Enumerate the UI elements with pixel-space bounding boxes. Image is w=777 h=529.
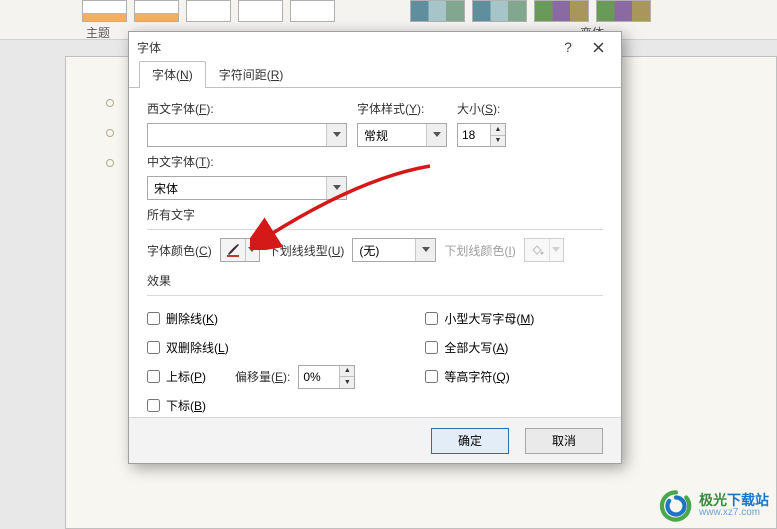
tab-font[interactable]: 字体(N) <box>139 61 206 87</box>
chevron-down-icon <box>549 239 563 261</box>
all-text-label: 所有文字 <box>147 206 195 223</box>
ok-button[interactable]: 确定 <box>431 428 509 454</box>
font-color-label: 字体颜色(C) <box>147 242 212 259</box>
check-smallcaps[interactable]: 小型大写字母(M) <box>425 310 534 327</box>
watermark-name: 极光下载站 <box>699 493 769 508</box>
font-dialog: 字体 ? 字体(N) 字符间距(R) 西文字体(F): 字体样式(Y): 大小(… <box>128 31 622 464</box>
watermark-logo: 极光下载站 www.xz7.com <box>659 489 769 523</box>
spin-up-icon[interactable]: ▲ <box>491 124 505 136</box>
asian-font-label: 中文字体(T): <box>147 153 214 170</box>
theme-thumb[interactable] <box>82 0 127 22</box>
checkbox[interactable] <box>147 399 160 412</box>
bullet-marker <box>106 99 114 107</box>
dialog-footer: 确定 取消 <box>129 417 621 463</box>
tabstrip: 字体(N) 字符间距(R) <box>129 62 621 88</box>
underline-style-combo[interactable]: (无) <box>352 238 436 262</box>
checkbox[interactable] <box>147 370 160 383</box>
size-label: 大小(S): <box>457 100 500 117</box>
check-subscript[interactable]: 下标(B) <box>147 397 355 414</box>
effects-label: 效果 <box>147 272 171 289</box>
chevron-down-icon <box>415 239 435 261</box>
underline-color-label: 下划线颜色(I) <box>444 242 515 259</box>
check-superscript[interactable]: 上标(P) <box>147 368 227 385</box>
offset-label: 偏移量(E): <box>235 368 290 385</box>
tab-spacing[interactable]: 字符间距(R) <box>206 61 297 87</box>
check-strike[interactable]: 删除线(K) <box>147 310 355 327</box>
watermark-url: www.xz7.com <box>699 508 769 519</box>
font-panel: 西文字体(F): 字体样式(Y): 大小(S): 常规 <box>129 88 621 428</box>
variant-thumb[interactable] <box>472 0 527 22</box>
checkbox[interactable] <box>425 341 438 354</box>
titlebar: 字体 ? <box>129 32 621 62</box>
check-dstrike[interactable]: 双删除线(L) <box>147 339 355 356</box>
latin-font-combo[interactable] <box>147 123 347 147</box>
spin-down-icon[interactable]: ▼ <box>491 136 505 147</box>
font-style-combo[interactable]: 常规 <box>357 123 447 147</box>
variant-thumb[interactable] <box>596 0 651 22</box>
variant-thumb[interactable] <box>534 0 589 22</box>
checkbox[interactable] <box>425 312 438 325</box>
underline-style-label: 下划线线型(U) <box>268 242 345 259</box>
checkbox[interactable] <box>147 341 160 354</box>
close-button[interactable] <box>583 35 613 59</box>
ribbon-group-theme-label: 主题 <box>86 24 110 41</box>
chevron-down-icon <box>245 239 259 261</box>
divider <box>147 295 603 296</box>
check-equalize[interactable]: 等高字符(Q) <box>425 368 534 385</box>
help-button[interactable]: ? <box>553 35 583 59</box>
size-input[interactable] <box>458 124 490 146</box>
font-style-label: 字体样式(Y): <box>357 100 447 117</box>
paint-bucket-icon <box>525 239 549 261</box>
theme-thumb[interactable] <box>186 0 231 22</box>
check-allcaps[interactable]: 全部大写(A) <box>425 339 534 356</box>
size-spinner[interactable]: ▲ ▼ <box>457 123 506 147</box>
spin-down-icon[interactable]: ▼ <box>340 377 354 388</box>
underline-color-button <box>524 238 564 262</box>
spin-up-icon[interactable]: ▲ <box>340 366 354 378</box>
theme-thumb[interactable] <box>238 0 283 22</box>
asian-font-combo[interactable]: 宋体 <box>147 176 347 200</box>
theme-thumb[interactable] <box>134 0 179 22</box>
bullet-marker <box>106 129 114 137</box>
chevron-down-icon <box>326 124 346 146</box>
checkbox[interactable] <box>425 370 438 383</box>
latin-font-label: 西文字体(F): <box>147 100 347 117</box>
offset-input[interactable] <box>299 366 339 388</box>
chevron-down-icon <box>426 124 446 146</box>
divider <box>147 229 603 230</box>
font-color-swatch-icon <box>221 239 245 261</box>
cancel-button[interactable]: 取消 <box>525 428 603 454</box>
bullet-marker <box>106 159 114 167</box>
dialog-title: 字体 <box>137 39 161 56</box>
theme-thumb[interactable] <box>290 0 335 22</box>
offset-spinner[interactable]: ▲ ▼ <box>298 365 355 389</box>
chevron-down-icon <box>326 177 346 199</box>
checkbox[interactable] <box>147 312 160 325</box>
variant-thumb[interactable] <box>410 0 465 22</box>
font-color-button[interactable] <box>220 238 260 262</box>
swirl-icon <box>659 489 693 523</box>
